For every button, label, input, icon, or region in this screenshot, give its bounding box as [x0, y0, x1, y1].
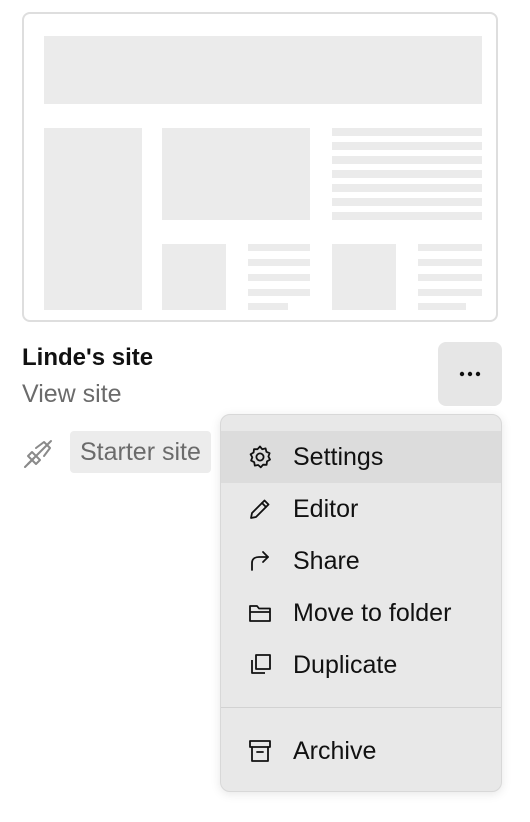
more-icon [459, 371, 481, 377]
gear-icon [249, 445, 271, 469]
thumbnail-text-line [248, 289, 310, 296]
menu-item-label: Settings [293, 443, 384, 471]
site-title: Linde's site [22, 344, 154, 371]
thumbnail-text-line [332, 170, 482, 178]
thumbnail-sidebar-block [44, 128, 142, 310]
archive-icon [249, 740, 271, 762]
more-options-button[interactable] [438, 342, 502, 406]
thumbnail-text-line [332, 156, 482, 164]
thumbnail-image-block [332, 244, 396, 310]
thumbnail-text-line [248, 244, 310, 251]
thumbnail-text-line [418, 303, 466, 310]
thumbnail-text-line [332, 128, 482, 136]
pencil-icon [250, 499, 270, 519]
thumbnail-hero-block [162, 128, 310, 220]
thumbnail-text-line [418, 289, 482, 296]
folder-icon [249, 605, 271, 622]
thumbnail-text-line [248, 303, 288, 310]
menu-item-duplicate[interactable]: Duplicate [221, 639, 501, 691]
thumbnail-text-line [418, 259, 482, 266]
share-arrow-icon [251, 551, 269, 571]
menu-item-label: Move to folder [293, 599, 452, 627]
thumbnail-header-block [44, 36, 482, 104]
thumbnail-text-line [332, 184, 482, 192]
thumbnail-text-line [332, 142, 482, 150]
thumbnail-text-line [332, 212, 482, 220]
menu-item-editor[interactable]: Editor [221, 483, 501, 535]
site-options-menu: Settings Editor Share Move to folder Dup… [220, 414, 502, 792]
menu-item-label: Editor [293, 495, 359, 523]
thumbnail-text-line [418, 244, 482, 251]
duplicate-icon [251, 654, 271, 674]
thumbnail-text-line [248, 259, 310, 266]
thumbnail-text-line [332, 198, 482, 206]
menu-item-move-to-folder[interactable]: Move to folder [221, 587, 501, 639]
thumbnail-text-line [418, 274, 482, 281]
unpublished-icon [24, 440, 52, 468]
starter-site-badge: Starter site [70, 431, 211, 473]
menu-item-label: Archive [293, 737, 377, 765]
menu-divider [221, 707, 501, 708]
thumbnail-image-block [162, 244, 226, 310]
menu-item-share[interactable]: Share [221, 535, 501, 587]
menu-item-settings[interactable]: Settings [221, 431, 501, 483]
view-site-link[interactable]: View site [22, 380, 122, 409]
menu-item-label: Duplicate [293, 651, 398, 679]
site-thumbnail[interactable] [22, 12, 498, 322]
menu-item-label: Share [293, 547, 360, 575]
thumbnail-text-line [248, 274, 310, 281]
menu-item-archive[interactable]: Archive [221, 725, 501, 777]
